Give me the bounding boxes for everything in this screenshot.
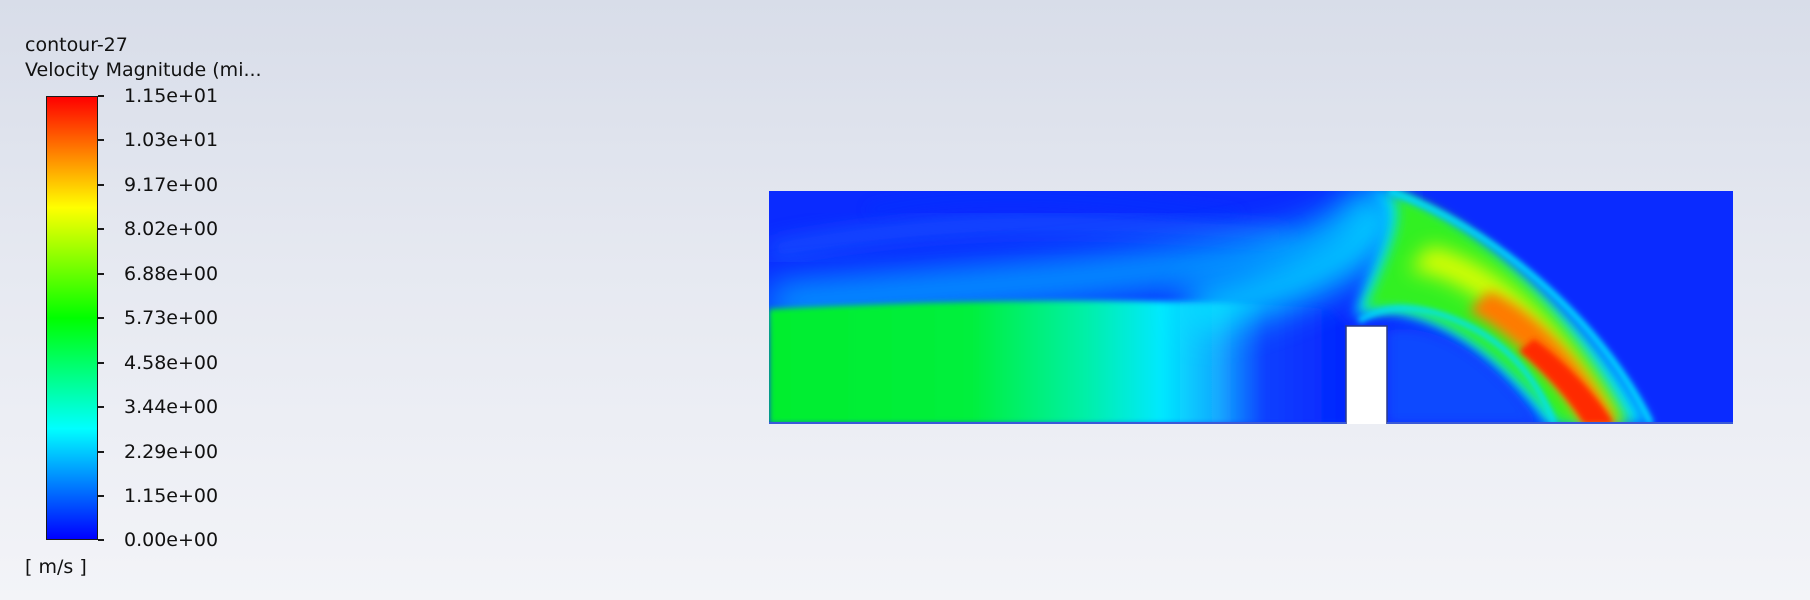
velocity-contour-plot bbox=[769, 191, 1733, 424]
colorbar-tick-label: 1.15e+00 bbox=[124, 485, 219, 507]
colorbar-tick bbox=[98, 451, 104, 453]
colorbar-tick-label: 1.15e+01 bbox=[124, 85, 219, 107]
inlet-jet bbox=[769, 300, 1346, 424]
colorbar-tick-label: 3.44e+00 bbox=[124, 396, 219, 418]
colorbar-tick bbox=[98, 95, 104, 97]
colorbar-tick-label: 1.03e+01 bbox=[124, 129, 219, 151]
colorbar-tick-label: 2.29e+00 bbox=[124, 441, 219, 463]
colorbar-tick-label: 5.73e+00 bbox=[124, 307, 219, 329]
colorbar-tick-label: 4.58e+00 bbox=[124, 352, 219, 374]
colorbar-tick bbox=[98, 273, 104, 275]
colorbar-tick bbox=[98, 362, 104, 364]
colorbar-tick bbox=[98, 228, 104, 230]
units-close-bracket: ] bbox=[79, 556, 87, 578]
units-open-bracket: [ bbox=[25, 556, 33, 578]
colorbar-tick-label: 6.88e+00 bbox=[124, 263, 219, 285]
colorbar-tick bbox=[98, 317, 104, 319]
colorbar-tick-label: 0.00e+00 bbox=[124, 529, 219, 551]
units-text: m/s bbox=[38, 556, 74, 578]
colorbar-tick bbox=[98, 495, 104, 497]
colorbar-tick bbox=[98, 184, 104, 186]
obstacle bbox=[1346, 326, 1387, 424]
legend-title: contour-27 bbox=[25, 34, 128, 56]
colorbar-tick bbox=[98, 406, 104, 408]
legend-units: [ m/s ] bbox=[25, 556, 87, 578]
colorbar-tick-label: 8.02e+00 bbox=[124, 218, 219, 240]
colorbar-tick bbox=[98, 139, 104, 141]
colorbar bbox=[46, 96, 98, 540]
legend-variable: Velocity Magnitude (mi... bbox=[25, 59, 262, 81]
colorbar-tick-label: 9.17e+00 bbox=[124, 174, 219, 196]
colorbar-tick bbox=[98, 539, 104, 541]
